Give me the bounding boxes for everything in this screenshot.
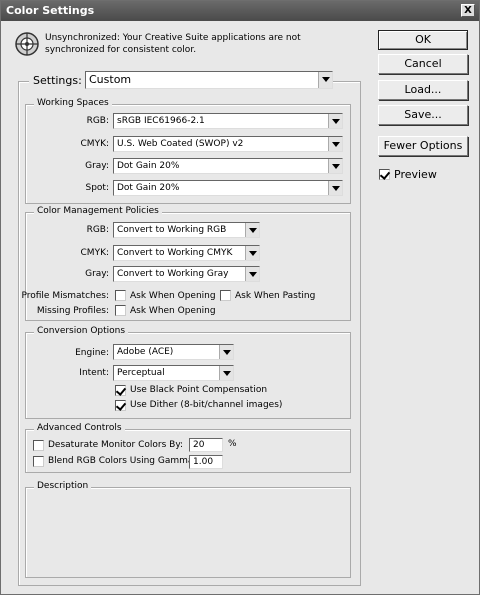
desaturate-unit: %	[228, 439, 237, 449]
policy-gray-label: Gray:	[85, 269, 109, 279]
black-point-checkbox[interactable]	[115, 385, 126, 396]
cancel-button[interactable]: Cancel	[378, 54, 468, 74]
policies-title: Color Management Policies	[34, 206, 162, 217]
working-spaces-title: Working Spaces	[34, 98, 112, 109]
chevron-down-icon	[328, 181, 342, 195]
mismatch-ask-opening-label: Ask When Opening	[130, 291, 216, 301]
ws-cmyk-value: U.S. Web Coated (SWOP) v2	[117, 139, 244, 149]
chevron-down-icon	[328, 114, 342, 128]
ok-button[interactable]: OK	[378, 30, 468, 50]
chevron-down-icon	[219, 366, 233, 380]
sync-message-line1: Unsynchronized: Your Creative Suite appl…	[45, 33, 301, 43]
ws-cmyk-select[interactable]: U.S. Web Coated (SWOP) v2	[113, 136, 343, 152]
fewer-options-button[interactable]: Fewer Options	[378, 136, 468, 156]
description-title: Description	[34, 481, 92, 492]
mismatch-ask-opening-checkbox[interactable]	[115, 290, 126, 301]
intent-label: Intent:	[79, 368, 109, 378]
blend-gamma-checkbox[interactable]	[33, 456, 44, 467]
desaturate-checkbox[interactable]	[33, 440, 44, 451]
ws-spot-value: Dot Gain 20%	[117, 183, 180, 193]
policy-rgb-value: Convert to Working RGB	[117, 225, 227, 235]
policy-gray-value: Convert to Working Gray	[117, 269, 229, 279]
title-bar: Color Settings X	[1, 1, 479, 21]
ws-spot-label: Spot:	[85, 183, 110, 193]
color-sync-icon	[15, 32, 39, 56]
dither-label: Use Dither (8-bit/channel images)	[130, 400, 283, 410]
intent-select[interactable]: Perceptual	[113, 365, 234, 381]
desaturate-label: Desaturate Monitor Colors By:	[48, 440, 184, 450]
description-group	[25, 487, 351, 578]
engine-value: Adobe (ACE)	[117, 347, 174, 357]
missing-ask-opening-checkbox[interactable]	[115, 305, 126, 316]
color-settings-dialog: Color Settings X Unsynchronized: Your Cr…	[0, 0, 480, 595]
dither-checkbox[interactable]	[115, 400, 126, 411]
chevron-down-icon	[245, 223, 259, 237]
policy-rgb-label: RGB:	[86, 225, 109, 235]
settings-label: Settings:	[29, 74, 86, 87]
mismatch-ask-pasting-checkbox[interactable]	[220, 290, 231, 301]
intent-value: Perceptual	[117, 368, 165, 378]
ws-rgb-select[interactable]: sRGB IEC61966-2.1	[113, 113, 343, 129]
preview-checkbox[interactable]	[379, 169, 390, 180]
policy-rgb-select[interactable]: Convert to Working RGB	[113, 222, 260, 238]
load-button[interactable]: Load...	[378, 80, 468, 100]
policy-cmyk-select[interactable]: Convert to Working CMYK	[113, 245, 260, 261]
chevron-down-icon	[245, 246, 259, 260]
policy-cmyk-value: Convert to Working CMYK	[117, 248, 233, 258]
ws-spot-select[interactable]: Dot Gain 20%	[113, 180, 343, 196]
sync-message-line2: synchronized for consistent color.	[45, 45, 197, 55]
settings-select[interactable]: Custom	[85, 71, 333, 89]
chevron-down-icon	[245, 267, 259, 281]
ws-gray-select[interactable]: Dot Gain 20%	[113, 158, 343, 174]
black-point-label: Use Black Point Compensation	[130, 385, 268, 395]
mismatch-ask-pasting-label: Ask When Pasting	[235, 291, 316, 301]
chevron-down-icon	[328, 137, 342, 151]
close-icon[interactable]: X	[461, 4, 475, 17]
profile-mismatches-label: Profile Mismatches:	[21, 291, 109, 301]
ws-cmyk-label: CMYK:	[80, 139, 109, 149]
policy-cmyk-label: CMYK:	[80, 248, 109, 258]
desaturate-input[interactable]: 20	[189, 438, 223, 452]
save-button[interactable]: Save...	[378, 105, 468, 125]
chevron-down-icon	[328, 159, 342, 173]
settings-value: Custom	[89, 73, 132, 86]
window-title: Color Settings	[6, 4, 95, 17]
ws-rgb-value: sRGB IEC61966-2.1	[117, 116, 205, 126]
missing-profiles-label: Missing Profiles:	[36, 306, 109, 316]
blend-gamma-label: Blend RGB Colors Using Gamma:	[48, 456, 197, 466]
engine-label: Engine:	[75, 348, 109, 358]
ws-gray-label: Gray:	[85, 161, 109, 171]
ws-gray-value: Dot Gain 20%	[117, 161, 180, 171]
chevron-down-icon	[318, 72, 332, 88]
preview-label: Preview	[394, 168, 437, 181]
advanced-title: Advanced Controls	[34, 423, 125, 434]
blend-gamma-input[interactable]: 1.00	[189, 455, 223, 469]
conversion-title: Conversion Options	[34, 326, 129, 337]
missing-ask-opening-label: Ask When Opening	[130, 306, 216, 316]
ws-rgb-label: RGB:	[86, 116, 109, 126]
sync-message: Unsynchronized: Your Creative Suite appl…	[45, 32, 335, 56]
policy-gray-select[interactable]: Convert to Working Gray	[113, 266, 260, 282]
engine-select[interactable]: Adobe (ACE)	[113, 344, 234, 360]
chevron-down-icon	[219, 345, 233, 359]
